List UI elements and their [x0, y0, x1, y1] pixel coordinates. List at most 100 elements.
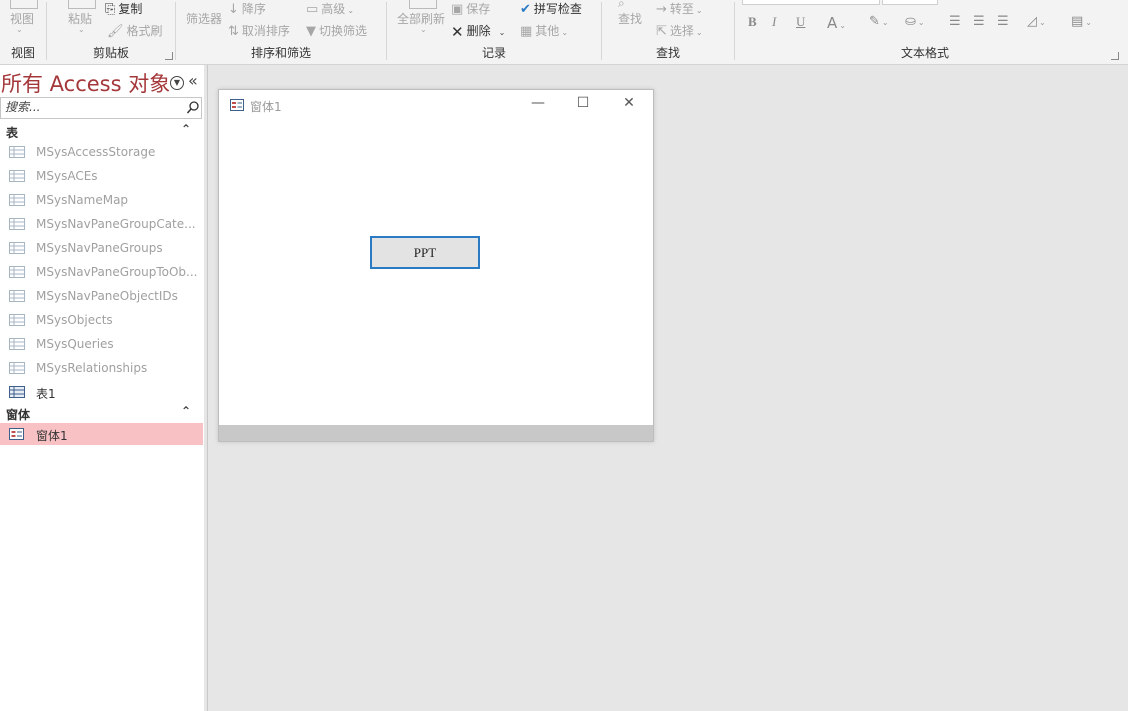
ribbon-group-view: 视图 ⌄ 视图 — [0, 0, 46, 64]
nav-item-label: 表1 — [36, 387, 56, 401]
ribbon-group-find: ⌕ 查找 → 转至 ⌄ ⇱ 选择 ⌄ 查找 — [602, 0, 734, 64]
ppt-button[interactable]: PPT — [370, 236, 480, 269]
nav-item-table[interactable]: 表1 — [0, 381, 203, 403]
nav-search-box — [0, 97, 186, 119]
cursor-icon: ⇱ — [656, 24, 667, 39]
ribbon-group-label: 排序和筛选 — [250, 46, 311, 60]
nav-item-table[interactable]: MSysNavPaneObjectIDs — [0, 285, 203, 307]
align-right-button[interactable]: ☰ — [997, 14, 1009, 29]
navigation-pane: 所有 Access 对象 ▼ « 表 ⌃ MSysAccessStorage M… — [0, 65, 204, 711]
table-icon — [9, 314, 25, 326]
highlight-button[interactable]: ✎ ⌄ — [869, 14, 889, 29]
select-button[interactable]: ⇱ 选择 ⌄ — [656, 22, 703, 39]
chevron-up-icon[interactable]: ⌃ — [181, 122, 191, 136]
nav-item-form[interactable]: 窗体1 — [0, 423, 203, 445]
refresh-dropdown-icon[interactable]: ⌄ — [420, 25, 427, 34]
nav-item-table[interactable]: MSysRelationships — [0, 357, 203, 379]
nav-item-table[interactable]: MSysNavPaneGroupCate... — [0, 213, 203, 235]
nav-pane-splitter[interactable] — [207, 65, 208, 711]
align-right-icon: ☰ — [997, 14, 1009, 29]
delete-label: 删除 — [466, 24, 491, 38]
nav-search-input[interactable] — [1, 98, 185, 116]
table-icon — [9, 146, 25, 158]
close-icon[interactable]: ✕ — [619, 95, 639, 111]
form-window: 窗体1 — ☐ ✕ PPT — [218, 89, 654, 442]
nav-item-label: MSysNavPaneGroups — [36, 241, 163, 255]
nav-item-table[interactable]: MSysAccessStorage — [0, 141, 203, 163]
align-left-icon: ☰ — [949, 14, 961, 29]
refresh-icon — [409, 0, 437, 9]
copy-button[interactable]: ⎘ 复制 — [105, 0, 142, 17]
paste-dropdown-icon[interactable]: ⌄ — [78, 25, 85, 34]
more-button[interactable]: ▦ 其他 ⌄ — [520, 22, 568, 39]
collapse-pane-icon[interactable]: « — [188, 71, 198, 90]
table-icon — [9, 194, 25, 206]
save-record-button[interactable]: ▣ 保存 — [451, 0, 490, 17]
italic-button[interactable]: I — [772, 14, 776, 30]
nav-item-label: MSysAccessStorage — [36, 145, 156, 159]
remove-sort-icon: ⇅ — [228, 24, 239, 39]
toggle-filter-button[interactable]: ▼ 切换筛选 — [306, 22, 367, 39]
nav-item-label: 窗体1 — [36, 429, 68, 443]
advanced-icon: ▭ — [306, 2, 319, 17]
bold-button[interactable]: B — [748, 14, 757, 30]
highlighter-icon: ✎ — [869, 14, 880, 29]
remove-sort-button[interactable]: ⇅ 取消排序 — [228, 22, 290, 39]
text-format-launcher-icon[interactable] — [1111, 52, 1119, 60]
nav-section-tables[interactable]: 表 ⌃ — [0, 121, 204, 141]
goto-button[interactable]: → 转至 ⌄ — [656, 0, 703, 17]
more-label: 其他 — [535, 24, 560, 38]
nav-item-label: MSysObjects — [36, 313, 113, 327]
underline-button[interactable]: U — [796, 14, 805, 30]
format-painter-button[interactable]: 🖌 格式刷 — [107, 22, 163, 39]
search-icon — [186, 101, 199, 114]
sort-descending-icon: ↓ — [228, 2, 239, 17]
search-button[interactable] — [185, 97, 202, 119]
spelling-label: 拼写检查 — [533, 2, 582, 16]
spelling-button[interactable]: ✔ 拼写检查 — [520, 0, 582, 17]
align-left-button[interactable]: ☰ — [949, 14, 961, 29]
ribbon: 视图 ⌄ 视图 粘贴 ⌄ ⎘ 复制 🖌 格式刷 剪贴板 筛选器 ↓ 降序 ▭ 高级 ⌄ ⇅… — [0, 0, 1128, 65]
table-icon — [9, 338, 25, 350]
view-dropdown-icon[interactable]: ⌄ — [16, 25, 23, 34]
advanced-label: 高级 — [321, 2, 346, 16]
form-window-status-bar — [219, 425, 653, 441]
nav-item-table[interactable]: MSysNavPaneGroups — [0, 237, 203, 259]
ribbon-group-records: 全部刷新 ⌄ ▣ 保存 ✔ 拼写检查 ✕ 删除 ⌄ ▦ 其他 ⌄ 记录 — [387, 0, 601, 64]
find-button[interactable]: 查找 — [618, 10, 642, 27]
ribbon-group-text-format: B I U A ⌄ ✎ ⌄ ⛀ ⌄ ☰ ☰ ☰ ◿ ⌄ ▤ ⌄ 文本格式 — [735, 0, 1119, 64]
filter-button[interactable]: 筛选器 — [186, 10, 222, 27]
format-painter-label: 格式刷 — [126, 24, 163, 38]
minimize-icon[interactable]: — — [528, 95, 548, 111]
nav-item-label: MSysACEs — [36, 169, 98, 183]
save-label: 保存 — [466, 2, 491, 16]
ribbon-group-label: 剪贴板 — [92, 46, 129, 60]
gridlines-button[interactable]: ▤ ⌄ — [1071, 14, 1092, 29]
checkmark-icon: ✔ — [520, 2, 531, 17]
nav-item-label: MSysRelationships — [36, 361, 148, 375]
chevron-up-icon[interactable]: ⌃ — [181, 404, 191, 418]
clipboard-launcher-icon[interactable] — [165, 52, 173, 60]
nav-item-label: MSysNameMap — [36, 193, 129, 207]
align-center-button[interactable]: ☰ — [973, 14, 985, 29]
delete-button[interactable]: ✕ 删除 ⌄ — [451, 22, 505, 41]
advanced-button[interactable]: ▭ 高级 ⌄ — [306, 0, 354, 17]
fill-color-button[interactable]: ⛀ ⌄ — [905, 14, 925, 29]
nav-item-table[interactable]: MSysNavPaneGroupToOb... — [0, 261, 203, 283]
font-color-button[interactable]: A ⌄ — [827, 14, 846, 32]
table-icon — [9, 170, 25, 182]
nav-item-table[interactable]: MSysQueries — [0, 333, 203, 355]
nav-menu-dropdown-icon[interactable]: ▼ — [170, 76, 184, 90]
nav-item-table[interactable]: MSysNameMap — [0, 189, 203, 211]
nav-item-table[interactable]: MSysACEs — [0, 165, 203, 187]
alt-fill-button[interactable]: ◿ ⌄ — [1027, 14, 1046, 29]
maximize-icon[interactable]: ☐ — [573, 95, 593, 111]
nav-item-table[interactable]: MSysObjects — [0, 309, 203, 331]
arrow-right-icon: → — [656, 2, 667, 17]
descending-button[interactable]: ↓ 降序 — [228, 0, 266, 17]
ribbon-group-clipboard: 粘贴 ⌄ ⎘ 复制 🖌 格式刷 剪贴板 — [47, 0, 175, 64]
nav-section-forms[interactable]: 窗体 ⌃ — [0, 403, 204, 423]
delete-x-icon: ✕ — [451, 22, 464, 41]
align-center-icon: ☰ — [973, 14, 985, 29]
nav-title[interactable]: 所有 Access 对象 — [1, 68, 170, 98]
